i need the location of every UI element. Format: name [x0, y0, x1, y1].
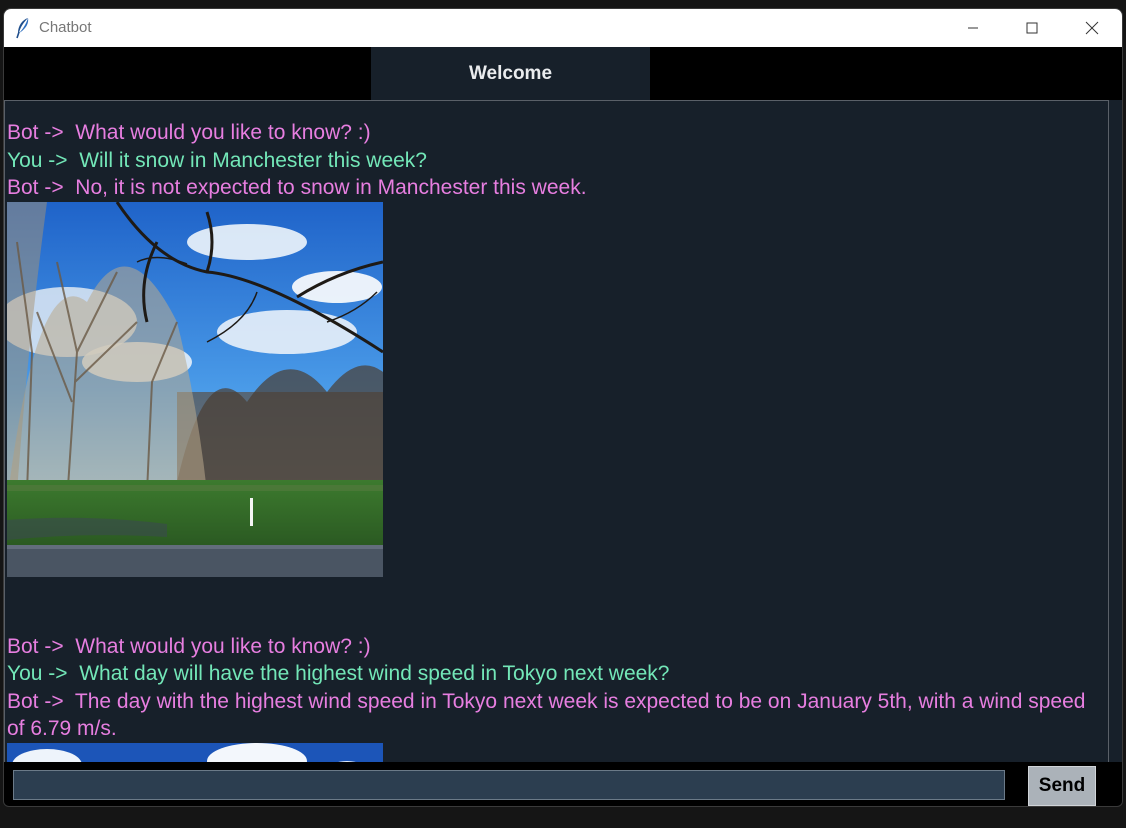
minimize-button[interactable]	[944, 9, 1002, 47]
chat-content: Bot -> What would you like to know? :) Y…	[7, 119, 1102, 763]
feather-icon	[15, 17, 31, 39]
message-input[interactable]	[13, 770, 1005, 800]
user-message: You -> Will it snow in Manchester this w…	[7, 148, 427, 172]
bot-message: Bot -> What would you like to know? :)	[7, 121, 371, 144]
welcome-label: Welcome	[371, 47, 650, 100]
minimize-icon	[968, 27, 978, 29]
maximize-button[interactable]	[1003, 9, 1061, 47]
input-bar: Send	[4, 762, 1122, 806]
sky-photo	[7, 742, 383, 763]
chatbot-window: Chatbot Welcome Bot -> What would you li…	[3, 8, 1123, 807]
close-button[interactable]	[1063, 9, 1121, 47]
user-message: You -> What day will have the highest wi…	[7, 662, 670, 685]
header-bar: Welcome	[4, 47, 1122, 100]
title-bar[interactable]: Chatbot	[4, 9, 1122, 47]
close-icon	[1085, 21, 1099, 35]
maximize-icon	[1026, 22, 1038, 34]
window-title: Chatbot	[39, 19, 92, 36]
bot-message: Bot -> The day with the highest wind spe…	[7, 689, 1092, 741]
bot-message: Bot -> What would you like to know? :)	[7, 634, 371, 658]
chat-history[interactable]: Bot -> What would you like to know? :) Y…	[4, 100, 1109, 764]
bot-message: Bot -> No, it is not expected to snow in…	[7, 176, 587, 199]
send-button[interactable]: Send	[1028, 766, 1096, 806]
park-photo	[7, 201, 383, 577]
